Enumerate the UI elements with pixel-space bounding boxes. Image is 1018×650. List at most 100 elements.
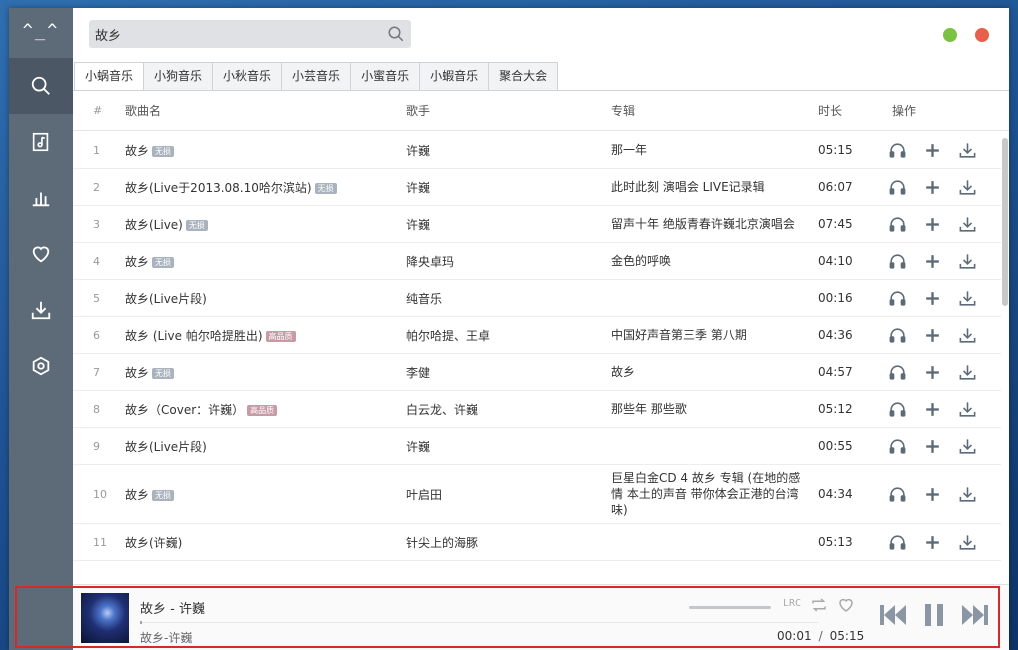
nav-downloads[interactable] [9, 282, 73, 338]
next-icon[interactable] [960, 601, 990, 629]
album-name[interactable]: 巨星白金CD 4 故乡 专辑 (在地的感情 本土的声音 带你体会正港的台湾味) [611, 470, 803, 518]
nav-favorites[interactable] [9, 226, 73, 282]
song-name[interactable]: 故乡(Live) 无损 [125, 216, 208, 233]
artist-name[interactable]: 纯音乐 [406, 290, 442, 307]
nav-playlist[interactable] [9, 114, 73, 170]
album-name[interactable]: 故乡 [611, 364, 803, 380]
artist-name[interactable]: 针尖上的海豚 [406, 534, 478, 551]
table-row[interactable]: 9 故乡(Live片段) 许巍 00:55 [73, 428, 1001, 465]
album-name[interactable]: 留声十年 绝版青春许巍北京演唱会 [611, 216, 803, 232]
close-button[interactable] [975, 28, 989, 42]
download-icon[interactable] [958, 437, 977, 456]
headphones-icon[interactable] [888, 289, 907, 308]
table-row[interactable]: 8 故乡（Cover：许巍） 高品质 白云龙、许巍 那些年 那些歌 05:12 [73, 391, 1001, 428]
headphones-icon[interactable] [888, 437, 907, 456]
download-icon[interactable] [958, 215, 977, 234]
add-icon[interactable] [923, 215, 942, 234]
tab-juhe[interactable]: 聚合大会 [489, 62, 559, 91]
table-row[interactable]: 5 故乡(Live片段) 纯音乐 00:16 [73, 280, 1001, 317]
download-icon[interactable] [958, 141, 977, 160]
add-icon[interactable] [923, 141, 942, 160]
song-name[interactable]: 故乡(Live于2013.08.10哈尔滨站) 无损 [125, 179, 337, 196]
download-icon[interactable] [958, 289, 977, 308]
download-icon[interactable] [958, 485, 977, 504]
nav-settings[interactable] [9, 338, 73, 394]
minimize-button[interactable] [943, 28, 957, 42]
artist-name[interactable]: 李健 [406, 364, 430, 381]
table-row[interactable]: 10 故乡 无损 叶启田 巨星白金CD 4 故乡 专辑 (在地的感情 本土的声音 带你体… [73, 465, 1001, 524]
song-name[interactable]: 故乡 无损 [125, 142, 175, 159]
download-icon[interactable] [958, 363, 977, 382]
search-input[interactable] [89, 20, 411, 48]
add-icon[interactable] [923, 485, 942, 504]
song-name[interactable]: 故乡 (Live 帕尔哈提胜出) 高品质 [125, 327, 296, 344]
artist-name[interactable]: 许巍 [406, 179, 430, 196]
search-icon[interactable] [387, 25, 405, 43]
artist-name[interactable]: 降央卓玛 [406, 253, 454, 270]
previous-icon[interactable] [878, 601, 908, 629]
headphones-icon[interactable] [888, 485, 907, 504]
song-name[interactable]: 故乡(Live片段) [125, 438, 207, 455]
volume-slider[interactable] [689, 606, 771, 609]
table-row[interactable]: 11 故乡(许巍) 针尖上的海豚 05:13 [73, 524, 1001, 561]
nav-search[interactable] [9, 58, 73, 114]
scroll-thumb[interactable] [1002, 138, 1008, 306]
add-icon[interactable] [923, 289, 942, 308]
artist-name[interactable]: 叶启田 [406, 486, 442, 503]
headphones-icon[interactable] [888, 215, 907, 234]
tab-xiaogou[interactable]: 小狗音乐 [144, 62, 214, 91]
album-name[interactable]: 那些年 那些歌 [611, 401, 803, 417]
download-icon[interactable] [958, 252, 977, 271]
headphones-icon[interactable] [888, 178, 907, 197]
table-row[interactable]: 2 故乡(Live于2013.08.10哈尔滨站) 无损 许巍 此时此刻 演唱会 LIV… [73, 169, 1001, 206]
tab-xiaoyun[interactable]: 小芸音乐 [282, 62, 352, 91]
song-name[interactable]: 故乡（Cover：许巍） 高品质 [125, 401, 278, 418]
song-name[interactable]: 故乡 无损 [125, 364, 175, 381]
album-name[interactable]: 此时此刻 演唱会 LIVE记录辑 [611, 179, 803, 195]
pause-icon[interactable] [921, 601, 947, 629]
headphones-icon[interactable] [888, 141, 907, 160]
add-icon[interactable] [923, 252, 942, 271]
add-icon[interactable] [923, 437, 942, 456]
add-icon[interactable] [923, 363, 942, 382]
scrollbar[interactable] [1002, 132, 1008, 580]
album-name[interactable]: 那一年 [611, 142, 803, 158]
add-icon[interactable] [923, 178, 942, 197]
headphones-icon[interactable] [888, 400, 907, 419]
song-name[interactable]: 故乡 无损 [125, 486, 175, 503]
nav-charts[interactable] [9, 170, 73, 226]
tab-xiaomi[interactable]: 小蜜音乐 [351, 62, 421, 91]
artist-name[interactable]: 白云龙、许巍 [406, 401, 478, 418]
add-icon[interactable] [923, 326, 942, 345]
download-icon[interactable] [958, 533, 977, 552]
table-row[interactable]: 6 故乡 (Live 帕尔哈提胜出) 高品质 帕尔哈提、王卓 中国好声音第三季 第八期 0… [73, 317, 1001, 354]
artist-name[interactable]: 许巍 [406, 438, 430, 455]
artist-name[interactable]: 帕尔哈提、王卓 [406, 327, 490, 344]
artist-name[interactable]: 许巍 [406, 142, 430, 159]
song-name[interactable]: 故乡(Live片段) [125, 290, 207, 307]
tab-xiaowo[interactable]: 小蜗音乐 [74, 62, 145, 91]
progress-bar[interactable] [140, 621, 818, 624]
table-row[interactable]: 7 故乡 无损 李健 故乡 04:57 [73, 354, 1001, 391]
add-icon[interactable] [923, 400, 942, 419]
download-icon[interactable] [958, 326, 977, 345]
album-name[interactable]: 中国好声音第三季 第八期 [611, 327, 803, 343]
add-icon[interactable] [923, 533, 942, 552]
album-name[interactable]: 金色的呼唤 [611, 253, 803, 269]
table-row[interactable]: 1 故乡 无损 许巍 那一年 05:15 [73, 132, 1001, 169]
repeat-icon[interactable] [810, 596, 828, 614]
headphones-icon[interactable] [888, 326, 907, 345]
table-row[interactable]: 3 故乡(Live) 无损 许巍 留声十年 绝版青春许巍北京演唱会 07:45 [73, 206, 1001, 243]
song-name[interactable]: 故乡(许巍) [125, 534, 182, 551]
download-icon[interactable] [958, 178, 977, 197]
tab-xiaoqiu[interactable]: 小秋音乐 [213, 62, 283, 91]
artist-name[interactable]: 许巍 [406, 216, 430, 233]
song-name[interactable]: 故乡 无损 [125, 253, 175, 270]
headphones-icon[interactable] [888, 363, 907, 382]
tab-xiaoxia[interactable]: 小蝦音乐 [420, 62, 490, 91]
download-icon[interactable] [958, 400, 977, 419]
table-row[interactable]: 4 故乡 无损 降央卓玛 金色的呼唤 04:10 [73, 243, 1001, 280]
headphones-icon[interactable] [888, 252, 907, 271]
lyrics-button[interactable]: LRC [783, 598, 801, 609]
favorite-icon[interactable] [837, 596, 855, 614]
